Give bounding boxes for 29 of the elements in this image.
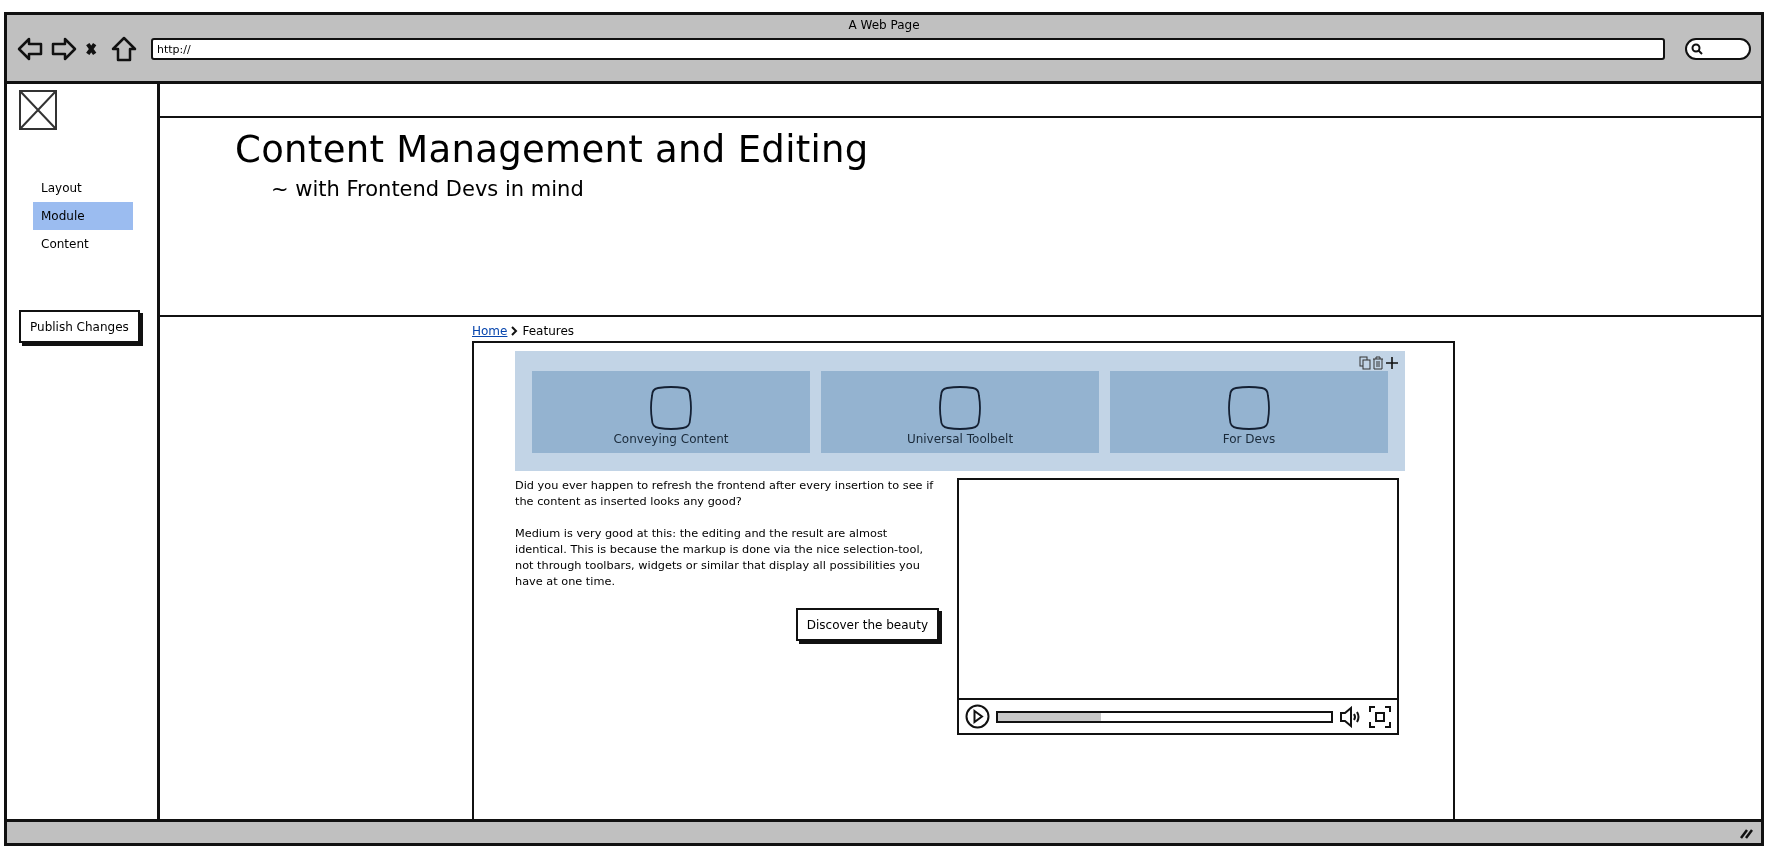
card-label: For Devs (1222, 432, 1276, 446)
plus-icon[interactable] (1385, 356, 1399, 370)
address-field[interactable]: http:// (151, 38, 1665, 60)
card-label: Universal Toolbelt (906, 432, 1014, 446)
copy-icon[interactable] (1359, 356, 1371, 370)
breadcrumb-current: Features (522, 324, 575, 338)
paragraph: Did you ever happen to refresh the frontend after every insertion to see if the content as inserted looks any good? (515, 478, 935, 510)
search-icon (1691, 43, 1703, 55)
nav-item[interactable]: Layout (33, 174, 133, 202)
page-title: Content Management and Editing (235, 128, 870, 171)
breadcrumb-link[interactable]: Home (472, 324, 508, 338)
window-title: A Web Page (847, 17, 921, 34)
publish-button[interactable]: Publish Changes (19, 310, 140, 343)
fullscreen-icon[interactable] (1369, 705, 1391, 728)
image-placeholder-icon (19, 90, 57, 130)
trash-icon[interactable] (1372, 356, 1384, 370)
card-label: Conveying Content (613, 432, 729, 446)
nav-item[interactable]: Content (33, 230, 133, 258)
paragraph: Medium is very good at this: the editing and the result are almost identical. This is because the markup is done via the nice selection-tool, not through toolbars, widgets or similar that display all possibilities you have at one time. (515, 526, 925, 590)
forward-arrow-icon[interactable] (51, 36, 77, 62)
progress-track[interactable] (996, 710, 1333, 723)
chevron-icon (511, 326, 519, 336)
play-icon[interactable] (965, 704, 990, 729)
discover-button[interactable]: Discover the beauty (795, 608, 939, 641)
page-subtitle: ~ with Frontend Devs in mind (271, 177, 585, 201)
home-icon[interactable] (111, 36, 137, 62)
nav-item[interactable]: Module (33, 202, 133, 230)
search-field[interactable] (1685, 38, 1751, 60)
back-arrow-icon[interactable] (17, 36, 43, 62)
